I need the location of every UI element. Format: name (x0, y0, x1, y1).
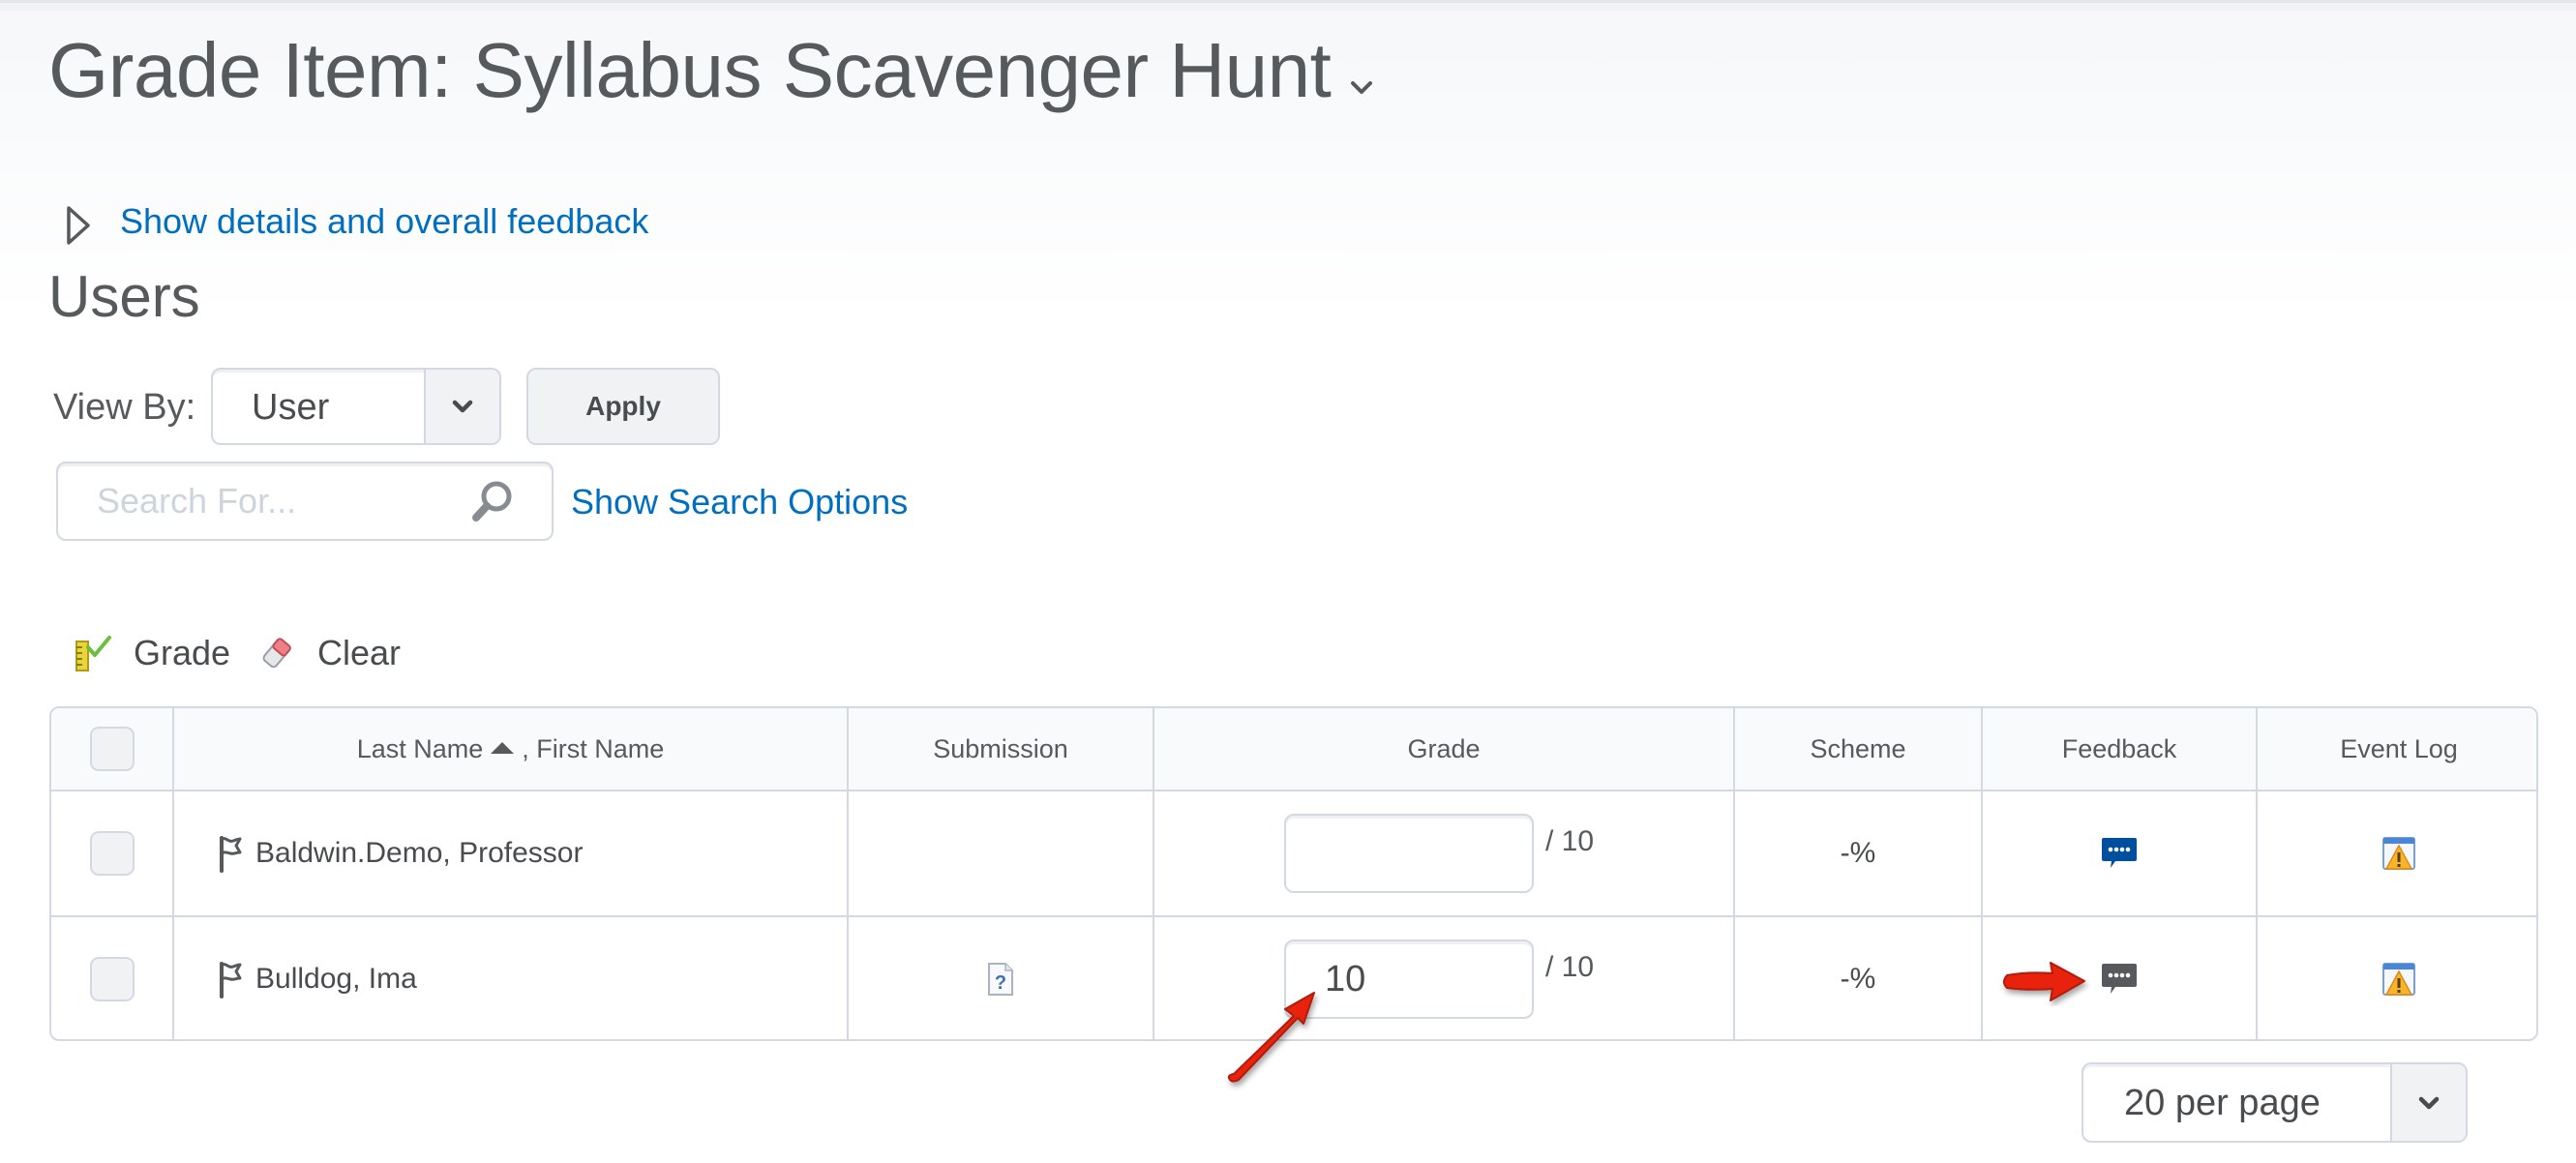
search-box (56, 462, 554, 541)
apply-button[interactable]: Apply (526, 368, 720, 445)
grades-table: Last Name , First Name Submission Grade S… (49, 706, 2538, 1041)
grade-out-of: / 10 (1545, 951, 1595, 983)
select-all-checkbox[interactable] (89, 727, 135, 771)
feedback-bubble-icon[interactable] (2100, 836, 2139, 871)
submission-cell: ? (847, 915, 1153, 1039)
grade-ruler-check-icon (75, 636, 111, 671)
view-by-dropdown-toggle[interactable] (424, 370, 499, 443)
grade-out-of: / 10 (1545, 825, 1595, 857)
event-log-warning-icon[interactable] (2381, 836, 2416, 871)
grade-cell: / 10 (1153, 915, 1734, 1039)
chevron-down-icon[interactable] (1347, 75, 1376, 99)
table-row: Baldwin.Demo, Professor / 10 -% (51, 790, 2536, 916)
per-page-select[interactable]: 20 per page (2082, 1062, 2468, 1143)
row-select-cell (51, 790, 173, 916)
name-cell: Bulldog, Ima (172, 915, 848, 1039)
view-by-selected-value: User (252, 387, 330, 428)
feedback-column-header: Feedback (1981, 708, 2257, 790)
row-checkbox[interactable] (89, 831, 135, 876)
row-select-cell (51, 915, 173, 1039)
per-page-dropdown-toggle[interactable] (2390, 1064, 2466, 1141)
search-input[interactable] (60, 465, 447, 537)
event-log-warning-icon[interactable] (2381, 962, 2416, 997)
chevron-down-icon (2418, 1096, 2440, 1109)
grade-cell: / 10 (1153, 790, 1734, 916)
submission-cell (847, 790, 1153, 916)
svg-text:?: ? (995, 972, 1006, 994)
user-name-link[interactable]: Baldwin.Demo, Professor (255, 837, 583, 870)
feedback-cell (1981, 915, 2257, 1039)
unknown-file-icon[interactable]: ? (986, 962, 1015, 997)
show-search-options-link[interactable]: Show Search Options (571, 481, 908, 523)
table-header-row: Last Name , First Name Submission Grade S… (51, 708, 2536, 790)
grade-input[interactable] (1284, 814, 1534, 893)
view-by-select[interactable]: User (211, 368, 501, 445)
name-column-header: Last Name , First Name (172, 708, 848, 790)
disclosure-triangle-icon[interactable] (64, 205, 93, 246)
flag-icon[interactable] (217, 834, 244, 873)
grade-action-button[interactable]: Grade (74, 629, 230, 677)
per-page-selected-value: 20 per page (2124, 1083, 2321, 1123)
grade-input[interactable] (1284, 939, 1534, 1019)
select-all-header (51, 708, 173, 790)
search-icon[interactable] (468, 479, 515, 525)
first-name-sort-link[interactable]: , First Name (522, 734, 664, 763)
scheme-column-header: Scheme (1733, 708, 1982, 790)
event-log-column-header: Event Log (2256, 708, 2536, 790)
feedback-bubble-icon[interactable] (2100, 962, 2139, 997)
clear-action-button[interactable]: Clear (257, 629, 401, 677)
scheme-cell: -% (1733, 915, 1982, 1039)
row-checkbox[interactable] (89, 957, 135, 1001)
sort-ascending-icon (491, 742, 515, 755)
grade-action-label: Grade (134, 633, 231, 672)
eraser-icon (262, 638, 291, 669)
page-title: Grade Item: Syllabus Scavenger Hunt (48, 27, 1332, 113)
flag-icon[interactable] (217, 960, 244, 999)
table-row: Bulldog, Ima ? / 10 -% (51, 915, 2536, 1039)
show-details-link[interactable]: Show details and overall feedback (120, 200, 648, 243)
feedback-cell (1981, 790, 2257, 916)
top-strip (0, 0, 2576, 11)
last-name-sort-link[interactable]: Last Name (357, 734, 484, 763)
grade-column-header: Grade (1153, 708, 1734, 790)
name-cell: Baldwin.Demo, Professor (172, 790, 848, 916)
user-name-link[interactable]: Bulldog, Ima (255, 963, 417, 996)
event-log-cell (2256, 790, 2536, 916)
scheme-cell: -% (1733, 790, 1982, 916)
submission-column-header: Submission (847, 708, 1153, 790)
users-heading: Users (48, 264, 200, 329)
clear-action-label: Clear (317, 633, 402, 672)
chevron-down-icon (452, 400, 473, 413)
event-log-cell (2256, 915, 2536, 1039)
view-by-label: View By: (53, 387, 196, 428)
